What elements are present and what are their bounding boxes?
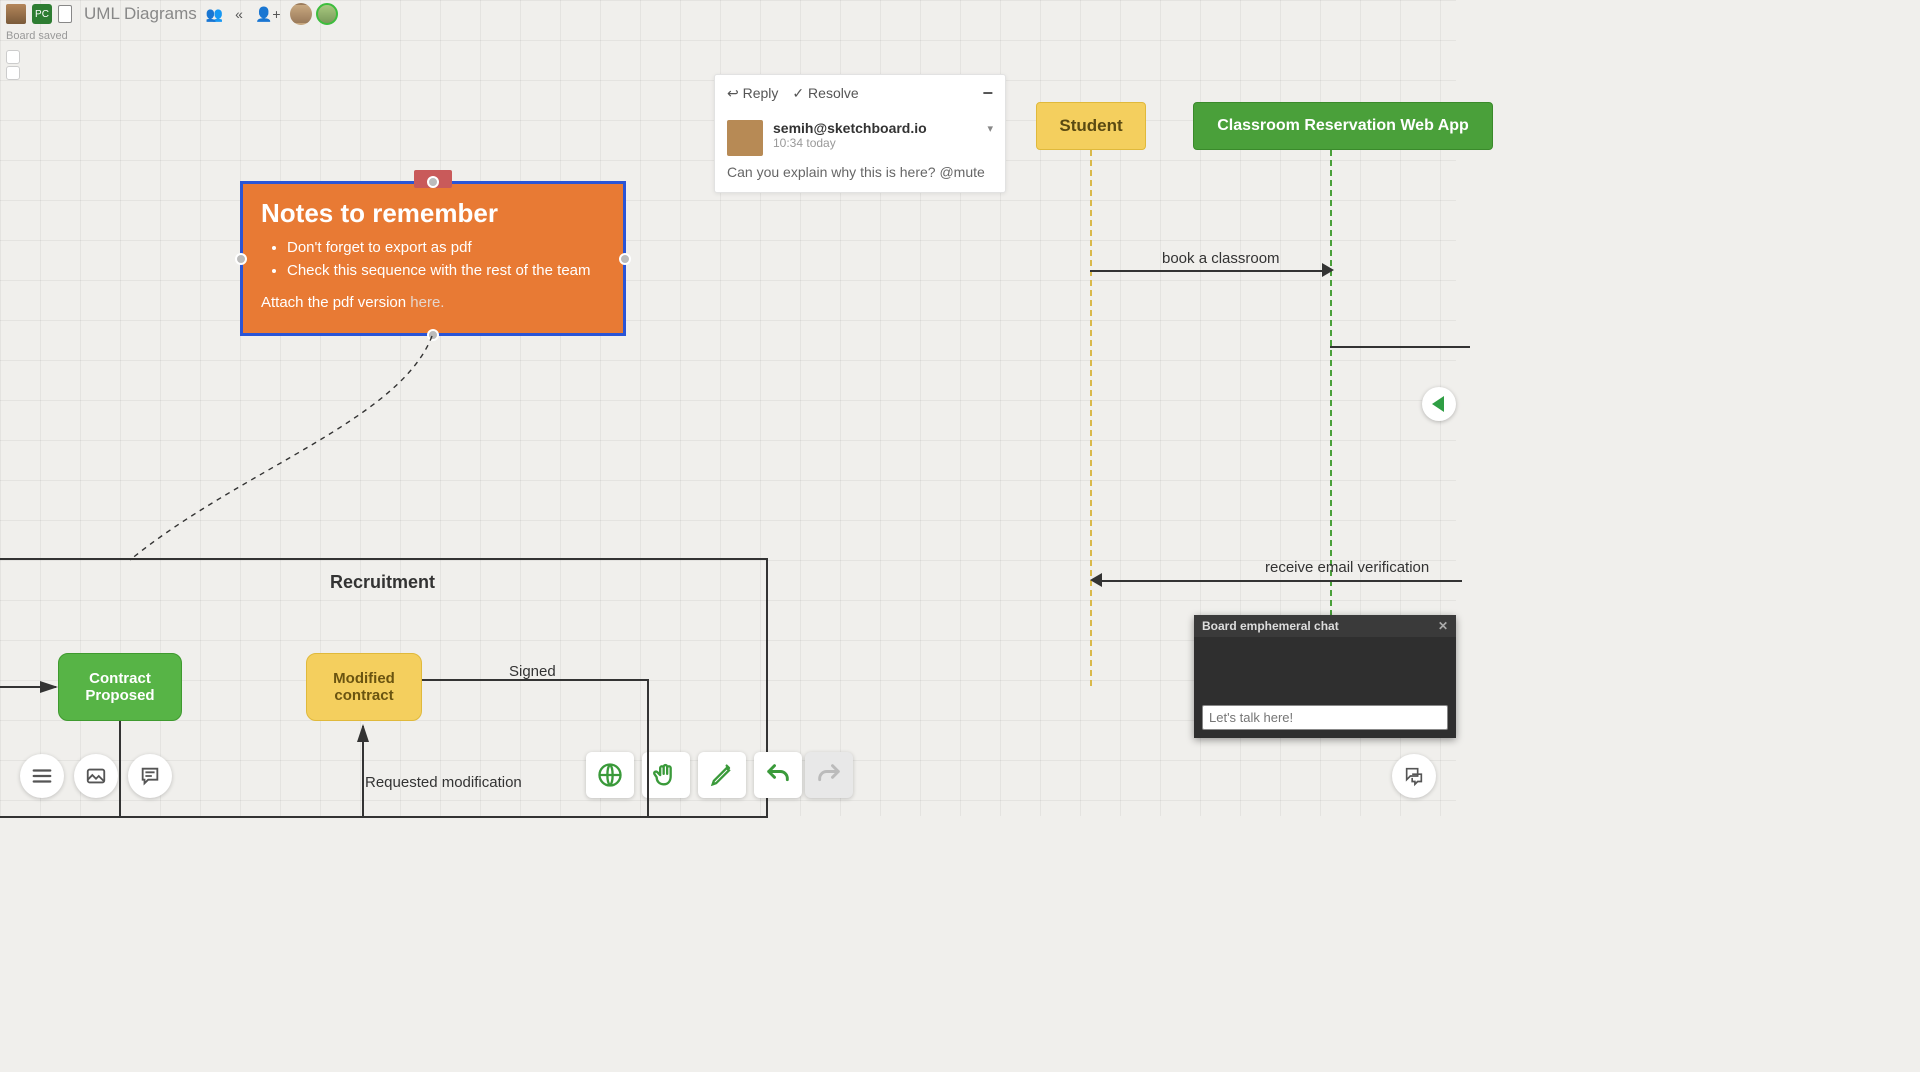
sequence-actor-app[interactable]: Classroom Reservation Web App — [1193, 102, 1493, 150]
triangle-left-icon — [1432, 396, 1444, 412]
presence-list — [290, 3, 338, 25]
arrow-head-right-icon — [1322, 263, 1334, 277]
comment-icon — [139, 765, 161, 787]
note-title: Notes to remember — [261, 198, 605, 229]
sequence-actor-student[interactable]: Student — [1036, 102, 1146, 150]
zoom-control[interactable] — [6, 50, 21, 80]
chat-close-icon[interactable]: ✕ — [1438, 619, 1448, 633]
sequence-arrow-receive[interactable] — [1102, 580, 1462, 582]
lifeline-student — [1090, 150, 1092, 686]
menu-icon — [31, 765, 53, 787]
recruitment-title: Recruitment — [330, 572, 435, 593]
note-attach-line: Attach the pdf version here. — [261, 294, 605, 311]
zoom-in-button[interactable] — [6, 50, 20, 64]
resize-handle-top[interactable] — [427, 176, 439, 188]
comment-menu-caret-icon[interactable]: ▾ — [987, 122, 993, 135]
save-status: Board saved — [6, 30, 68, 42]
note-bullet: Don't forget to export as pdf — [287, 237, 605, 260]
sequence-arrow-book[interactable] — [1090, 270, 1328, 272]
chat-bubble-icon — [1403, 765, 1425, 787]
comment-timestamp: 10:34 today — [773, 136, 993, 150]
team-icon[interactable]: 👥 — [203, 6, 226, 23]
redo-icon — [815, 761, 843, 789]
reply-label: Reply — [743, 85, 779, 101]
resize-handle-left[interactable] — [235, 253, 247, 265]
resolve-label: Resolve — [808, 85, 859, 101]
comment-avatar — [727, 120, 763, 156]
user-avatar[interactable] — [6, 4, 26, 24]
presence-avatar-active[interactable] — [316, 3, 338, 25]
user-badge-pc[interactable]: PC — [32, 4, 52, 24]
sequence-arrow-out[interactable] — [1330, 346, 1470, 348]
state-modified-contract[interactable]: Modified contract — [306, 653, 422, 721]
chat-input[interactable] — [1202, 705, 1448, 730]
resize-handle-right[interactable] — [619, 253, 631, 265]
undo-icon — [764, 761, 792, 789]
comment-author: semih@sketchboard.io — [773, 120, 927, 136]
pencil-tool-button[interactable] — [698, 752, 746, 798]
comment-message: Can you explain why this is here? @mute — [727, 164, 993, 180]
globe-icon — [596, 761, 624, 789]
chat-title: Board emphemeral chat — [1202, 619, 1339, 633]
board-title: UML Diagrams — [84, 4, 197, 24]
menu-toggle-button[interactable] — [20, 754, 64, 798]
image-icon — [85, 765, 107, 787]
state-contract-proposed[interactable]: Contract Proposed — [58, 653, 182, 721]
resize-handle-bottom[interactable] — [427, 329, 439, 341]
transition-label-signed: Signed — [509, 663, 556, 680]
add-user-icon[interactable]: 👤+ — [252, 6, 284, 23]
collapse-left-icon[interactable]: « — [232, 6, 246, 22]
transition-label-requested: Requested modification — [365, 774, 522, 791]
chat-toggle-button[interactable] — [1392, 754, 1436, 798]
image-tool-button[interactable] — [74, 754, 118, 798]
note-bullet-list: Don't forget to export as pdf Check this… — [261, 237, 605, 282]
hand-icon — [652, 761, 680, 789]
chat-panel: Board emphemeral chat ✕ — [1194, 615, 1456, 738]
comment-tool-button[interactable] — [128, 754, 172, 798]
document-icon[interactable] — [58, 5, 72, 23]
presence-avatar[interactable] — [290, 3, 312, 25]
reply-button[interactable]: ↩ Reply — [727, 85, 778, 102]
comment-popover: ↩ Reply ✓ Resolve − semih@sketchboard.io… — [714, 74, 1006, 193]
side-panel-toggle[interactable] — [1422, 387, 1456, 421]
top-bar: PC UML Diagrams 👥 « 👤+ — [0, 0, 1456, 28]
resolve-button[interactable]: ✓ Resolve — [792, 85, 858, 102]
chat-body — [1194, 637, 1456, 699]
note-attach-text: Attach the pdf version — [261, 294, 410, 311]
note-card[interactable]: Notes to remember Don't forget to export… — [240, 181, 626, 336]
note-attach-link[interactable]: here. — [410, 294, 444, 311]
globe-tool-button[interactable] — [586, 752, 634, 798]
lifeline-app — [1330, 150, 1332, 686]
pencil-icon — [708, 761, 736, 789]
zoom-out-button[interactable] — [6, 66, 20, 80]
minimize-icon[interactable]: − — [982, 83, 993, 104]
sequence-label-book: book a classroom — [1162, 250, 1280, 267]
undo-button[interactable] — [754, 752, 802, 798]
note-bullet: Check this sequence with the rest of the… — [287, 260, 605, 283]
hand-tool-button[interactable] — [642, 752, 690, 798]
arrow-head-left-icon — [1090, 573, 1102, 587]
sequence-label-receive: receive email verification — [1265, 559, 1429, 576]
redo-button — [805, 752, 853, 798]
